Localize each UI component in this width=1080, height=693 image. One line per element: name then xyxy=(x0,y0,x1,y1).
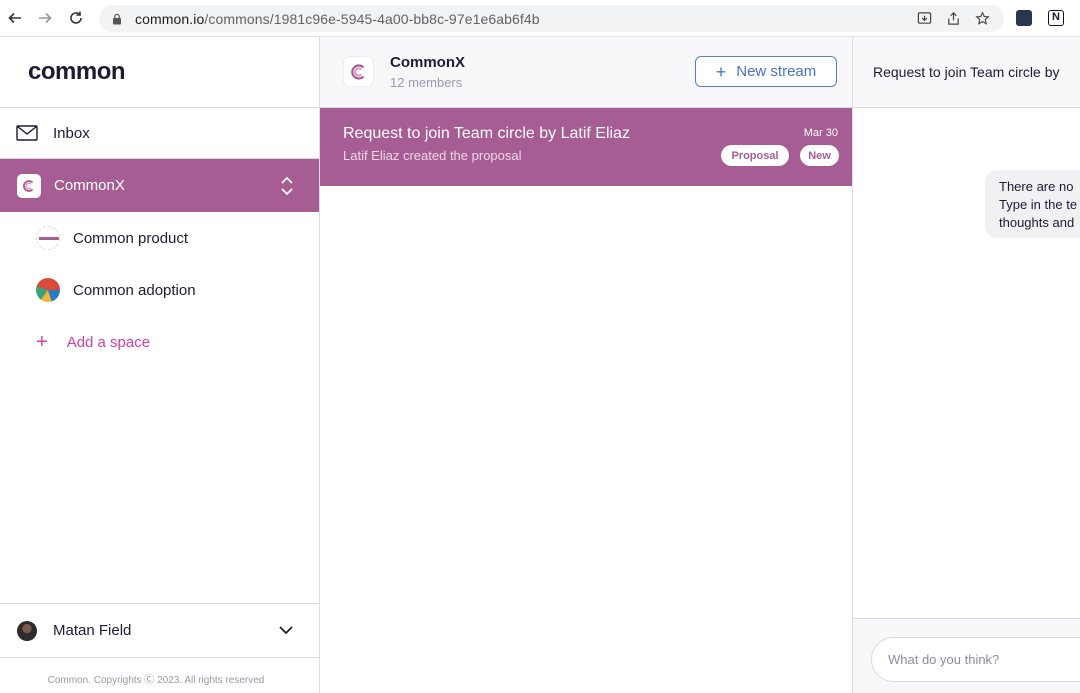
url-host: common.io xyxy=(135,10,205,27)
feed-item-subtitle: Latif Eliaz created the proposal xyxy=(343,148,522,163)
sidebar-space-common-product[interactable]: Common product xyxy=(0,212,319,264)
chat-panel: Request to join Team circle by There are… xyxy=(853,37,1080,693)
expand-collapse-icon[interactable] xyxy=(280,175,294,197)
members-count: 12 members xyxy=(390,75,463,90)
space-avatar-icon xyxy=(36,278,60,302)
message-input[interactable] xyxy=(871,637,1080,682)
sidebar-item-inbox[interactable]: Inbox xyxy=(0,108,319,159)
notion-extension-icon[interactable]: N xyxy=(1048,10,1064,26)
forward-arrow-icon[interactable] xyxy=(34,7,56,29)
install-app-icon[interactable] xyxy=(917,11,932,26)
sidebar-space-common-adoption[interactable]: Common adoption xyxy=(0,264,319,316)
plus-icon: + xyxy=(715,61,727,82)
feed-item[interactable]: Request to join Team circle by Latif Eli… xyxy=(320,108,852,186)
stream-header: CommonX 12 members + New stream xyxy=(320,37,852,108)
sidebar-space-label: Common adoption xyxy=(73,281,196,299)
sidebar-item-commonx[interactable]: CommonX xyxy=(0,159,319,212)
back-arrow-icon[interactable] xyxy=(4,7,26,29)
reload-icon[interactable] xyxy=(65,7,87,29)
url-path: /commons/1981c96e-5945-4a00-bb8c-97e1e6a… xyxy=(204,10,540,27)
new-stream-button[interactable]: + New stream xyxy=(695,56,837,87)
feed-item-title: Request to join Team circle by Latif Eli… xyxy=(343,125,630,142)
extension-icon[interactable] xyxy=(1016,10,1032,26)
mail-icon xyxy=(16,125,38,141)
message-line: thoughts and xyxy=(999,215,1075,230)
message-line: Type in the te xyxy=(999,197,1078,212)
sidebar-space-label: Common product xyxy=(73,229,189,247)
address-bar[interactable]: common.io/commons/1981c96e-5945-4a00-bb8… xyxy=(99,5,1004,32)
add-space-label: Add a space xyxy=(66,333,151,351)
commonx-logo-icon xyxy=(343,56,374,87)
sidebar-item-label: Inbox xyxy=(53,124,90,142)
commonx-logo-icon xyxy=(17,173,41,198)
common-title: CommonX xyxy=(390,54,465,71)
share-icon[interactable] xyxy=(946,11,961,26)
new-stream-label: New stream xyxy=(736,63,817,80)
common-logo[interactable]: common xyxy=(28,58,126,86)
chat-title: Request to join Team circle by xyxy=(853,37,1080,108)
message-composer xyxy=(853,618,1080,693)
logo-area: common xyxy=(0,37,319,108)
plus-icon: + xyxy=(36,331,48,353)
feed-item-date: Mar 30 xyxy=(803,127,838,139)
add-space-button[interactable]: + Add a space xyxy=(0,316,319,368)
proposal-badge: Proposal xyxy=(721,145,789,166)
new-badge: New xyxy=(800,145,839,166)
sidebar-item-label: CommonX xyxy=(54,177,125,194)
user-name: Matan Field xyxy=(53,622,132,639)
system-message-bubble: There are no Type in the te thoughts and xyxy=(985,170,1080,238)
space-avatar-icon xyxy=(36,226,60,250)
avatar xyxy=(17,620,37,641)
stream-panel: CommonX 12 members + New stream Request … xyxy=(320,37,853,693)
copyright-footer: Common. Copyrights Ⓒ 2023. All rights re… xyxy=(47,675,265,686)
browser-toolbar: common.io/commons/1981c96e-5945-4a00-bb8… xyxy=(0,0,1080,37)
chevron-down-icon[interactable] xyxy=(278,624,294,636)
bookmark-star-icon[interactable] xyxy=(975,11,990,26)
message-line: There are no xyxy=(999,179,1074,194)
user-menu[interactable]: Matan Field xyxy=(0,603,319,658)
lock-icon xyxy=(113,13,121,24)
left-sidebar: common Inbox CommonX Common product Comm… xyxy=(0,37,320,693)
